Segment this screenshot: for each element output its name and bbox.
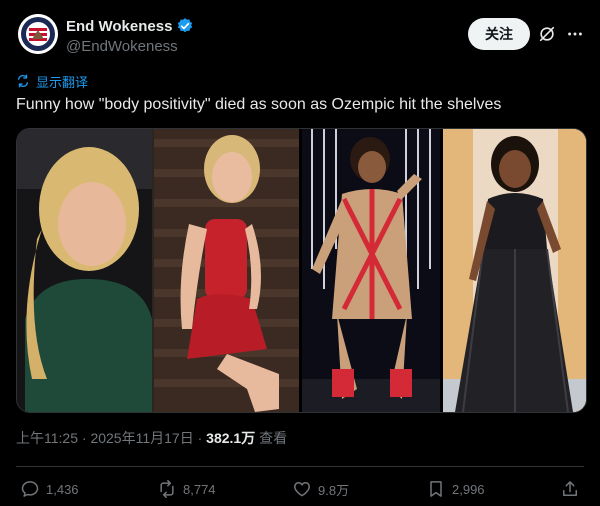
bookmark-icon xyxy=(430,481,442,497)
separator: · xyxy=(193,430,207,446)
more-icon[interactable] xyxy=(566,25,584,43)
reply-icon xyxy=(21,481,39,497)
avatar-logo xyxy=(18,14,58,54)
retweet-count: 8,774 xyxy=(183,481,216,497)
verified-badge-icon xyxy=(178,18,193,33)
like-count: 9.8万 xyxy=(318,482,350,498)
views-label: 查看 xyxy=(255,430,288,446)
display-name[interactable]: End Wokeness xyxy=(66,18,172,35)
tweet-header: End Wokeness @EndWokeness 关注 xyxy=(16,12,584,60)
separator: · xyxy=(78,430,91,446)
tweet-meta: 上午11:25 · 2025年11月17日 · 382.1万 查看 xyxy=(16,428,287,448)
follow-button[interactable]: 关注 xyxy=(468,18,530,50)
user-block: End Wokeness @EndWokeness xyxy=(66,16,194,55)
action-bar: 1,436 8,774 9.8万 2,996 xyxy=(16,466,584,506)
show-translation[interactable]: 显示翻译 xyxy=(16,72,88,90)
like-button[interactable]: 9.8万 xyxy=(292,479,349,499)
media-grid xyxy=(16,128,587,413)
media-image-1[interactable] xyxy=(17,129,299,412)
like-icon xyxy=(294,482,310,497)
handle[interactable]: @EndWokeness xyxy=(66,38,194,55)
reply-button[interactable]: 1,436 xyxy=(20,479,79,499)
grok-icon[interactable] xyxy=(538,25,556,43)
tweet-date[interactable]: 2025年11月17日 xyxy=(90,430,193,446)
translate-icon xyxy=(17,74,29,88)
tweet-time[interactable]: 上午11:25 xyxy=(16,430,78,446)
retweet-icon xyxy=(160,479,174,499)
photo-1 xyxy=(17,129,299,412)
share-icon xyxy=(563,481,577,496)
translate-label: 显示翻译 xyxy=(36,74,89,90)
share-button[interactable] xyxy=(560,479,586,499)
media-image-3[interactable] xyxy=(443,129,586,412)
views-count: 382.1万 xyxy=(206,430,256,446)
bookmark-button[interactable]: 2,996 xyxy=(426,479,485,499)
bookmark-count: 2,996 xyxy=(452,481,485,497)
photo-3 xyxy=(443,129,586,412)
tweet-text: Funny how "body positivity" died as soon… xyxy=(16,96,502,113)
avatar[interactable] xyxy=(18,14,58,54)
reply-count: 1,436 xyxy=(46,481,79,497)
media-image-2[interactable] xyxy=(302,129,440,412)
photo-2 xyxy=(302,129,440,412)
retweet-button[interactable]: 8,774 xyxy=(157,479,216,499)
tweet-view: End Wokeness @EndWokeness 关注 显示翻译 Funny … xyxy=(0,0,600,506)
